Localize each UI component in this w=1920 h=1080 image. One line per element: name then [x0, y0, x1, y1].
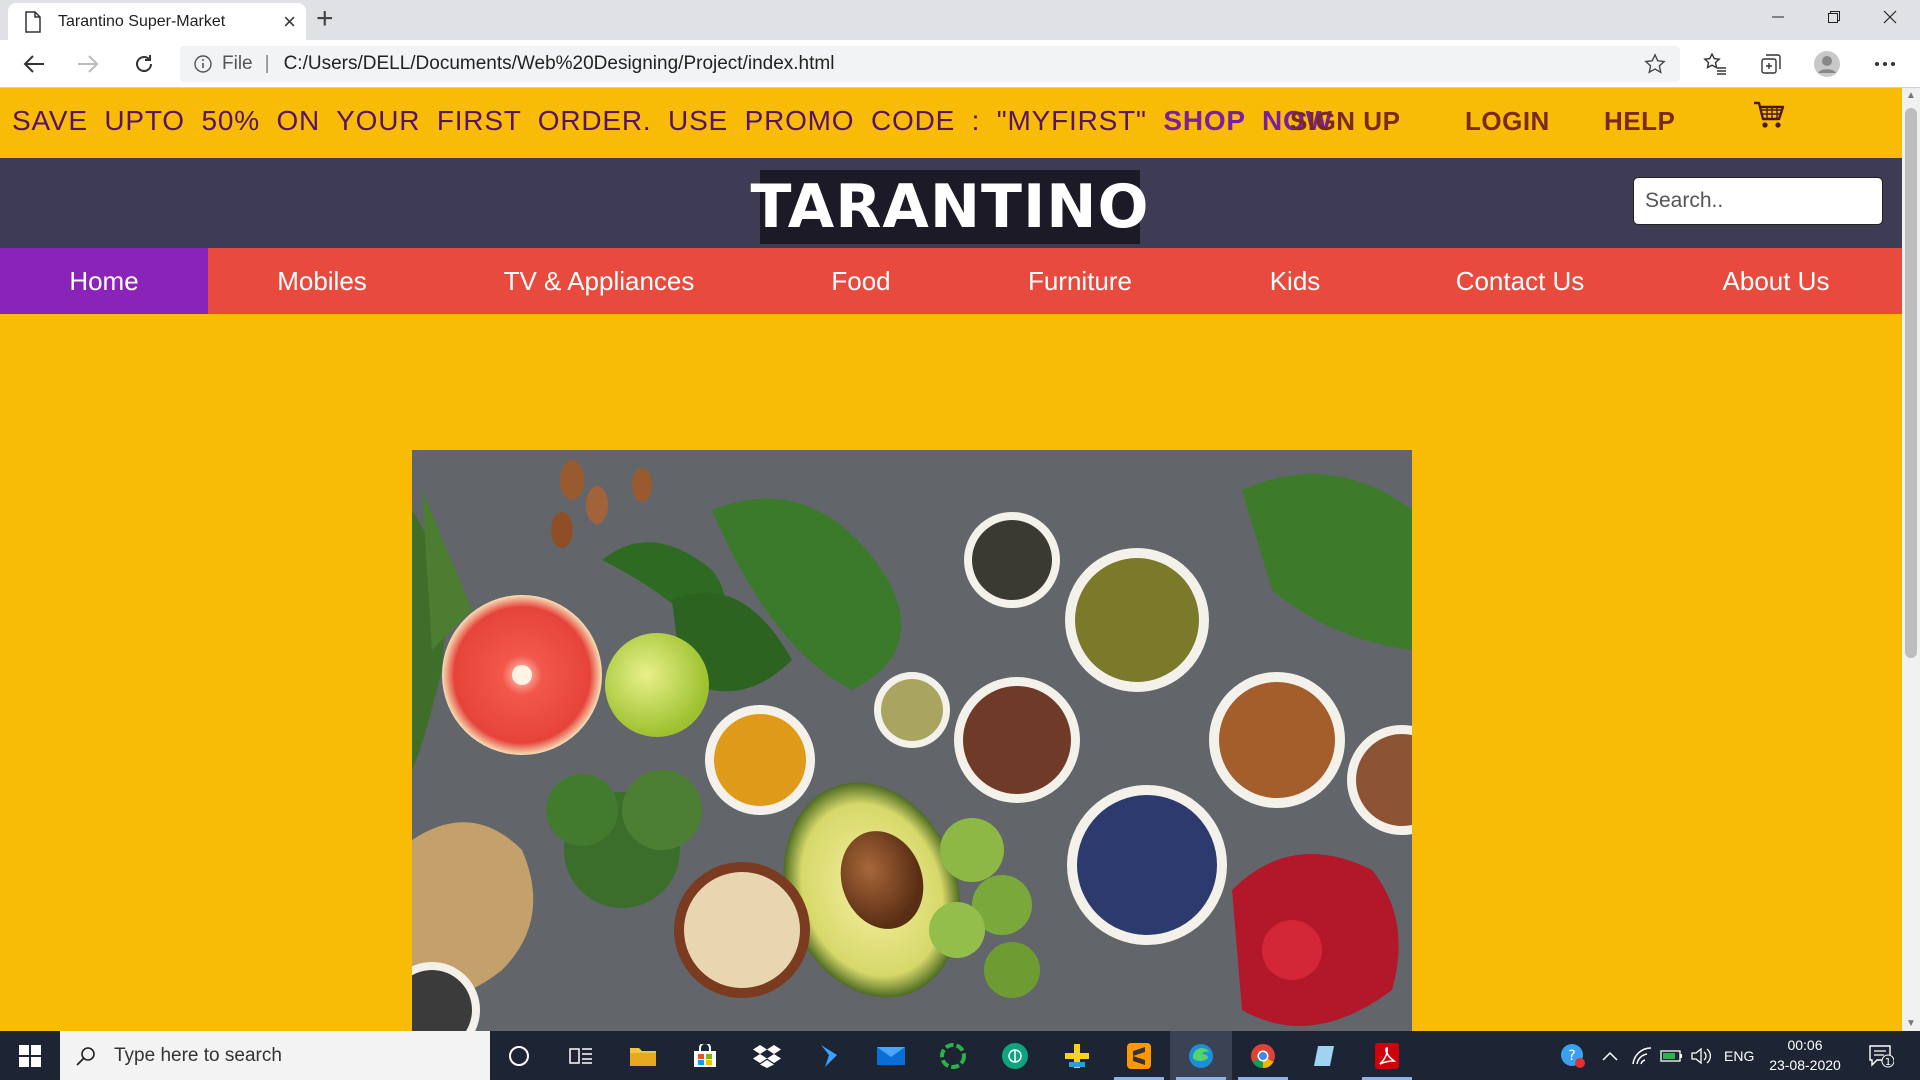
sublime-text-icon[interactable] [1108, 1031, 1170, 1080]
close-tab-icon[interactable]: × [283, 10, 296, 33]
back-arrow-icon[interactable] [16, 48, 52, 80]
more-options-icon[interactable] [1870, 50, 1900, 78]
tab-title: Tarantino Super-Market [58, 12, 226, 30]
new-tab-icon[interactable]: + [316, 4, 334, 34]
url-separator: | [264, 53, 270, 74]
nav-item-furniture[interactable]: Furniture [960, 248, 1200, 314]
forward-arrow-icon[interactable] [70, 48, 106, 80]
scroll-up-arrow-icon[interactable]: ▲ [1906, 90, 1916, 101]
notification-count: 1 [1885, 1057, 1891, 1068]
collections-icon[interactable] [1756, 50, 1786, 78]
logo-text: TARANTINO [750, 172, 1150, 242]
scroll-down-arrow-icon[interactable]: ▼ [1906, 1018, 1916, 1029]
windows-start-icon[interactable] [0, 1031, 60, 1080]
url-scheme-label: File [222, 53, 253, 74]
volume-icon[interactable] [1690, 1031, 1712, 1080]
vertical-scrollbar[interactable]: ▲ ▼ [1902, 88, 1920, 1031]
chrome-icon[interactable] [1232, 1031, 1294, 1080]
clock-date: 23-08-2020 [1769, 1057, 1841, 1073]
favorite-star-icon[interactable] [1644, 53, 1666, 75]
login-link[interactable]: LOGIN [1465, 106, 1550, 137]
cortana-icon[interactable] [488, 1031, 550, 1080]
wifi-icon[interactable] [1632, 1031, 1652, 1080]
signup-link[interactable]: SIGN UP [1290, 106, 1400, 137]
food-bowls-image [412, 450, 1412, 1031]
sync-app-icon[interactable] [922, 1031, 984, 1080]
notifications-icon[interactable]: 1 [1868, 1031, 1894, 1080]
nav-item-mobiles[interactable]: Mobiles [208, 248, 436, 314]
restore-icon[interactable] [1806, 0, 1862, 34]
scrollbar-thumb[interactable] [1905, 108, 1917, 658]
task-view-icon[interactable] [550, 1031, 612, 1080]
language-indicator[interactable]: ENG [1724, 1031, 1754, 1080]
edge-browser-icon[interactable] [1170, 1031, 1232, 1080]
health-app-icon[interactable] [1046, 1031, 1108, 1080]
nav-item-contact-us[interactable]: Contact Us [1390, 248, 1650, 314]
nav-item-kids[interactable]: Kids [1200, 248, 1390, 314]
shopping-cart-icon[interactable] [1752, 98, 1786, 132]
taskbar-search-placeholder: Type here to search [114, 1044, 282, 1066]
search-icon [76, 1046, 95, 1066]
page-icon [25, 10, 41, 33]
chatgpt-app-icon[interactable] [984, 1031, 1046, 1080]
url-text[interactable]: C:/Users/DELL/Documents/Web%20Designing/… [284, 53, 1644, 75]
help-tray-icon[interactable]: ? [1560, 1031, 1586, 1080]
site-logo[interactable]: TARANTINO [750, 170, 1149, 244]
battery-icon[interactable] [1660, 1031, 1684, 1080]
close-window-icon[interactable] [1862, 0, 1918, 34]
show-hidden-icons-chevron-icon[interactable] [1602, 1031, 1618, 1080]
promo-bar: SAVE UPTO 50% ON YOUR FIRST ORDER. USE P… [0, 88, 1902, 158]
dropbox-icon[interactable] [736, 1031, 798, 1080]
promo-message: SAVE UPTO 50% ON YOUR FIRST ORDER. USE P… [12, 105, 1333, 137]
browser-tab-strip: Tarantino Super-Market × + [0, 0, 1920, 40]
visual-studio-icon[interactable] [798, 1031, 860, 1080]
browser-tab[interactable]: Tarantino Super-Market × [8, 3, 306, 40]
brand-header: TARANTINO [0, 158, 1902, 248]
acrobat-reader-icon[interactable] [1356, 1031, 1418, 1080]
system-clock[interactable]: 00:06 23-08-2020 [1760, 1035, 1850, 1075]
favorites-icon[interactable] [1700, 50, 1730, 78]
store-icon[interactable] [674, 1031, 736, 1080]
taskbar-search-box[interactable]: Type here to search [60, 1031, 490, 1080]
info-icon[interactable] [194, 55, 212, 73]
refresh-icon[interactable] [126, 48, 162, 80]
mail-icon[interactable] [860, 1031, 922, 1080]
page-viewport: SAVE UPTO 50% ON YOUR FIRST ORDER. USE P… [0, 88, 1902, 1031]
clock-time: 00:06 [1787, 1037, 1823, 1053]
windows-taskbar: Type here to search ? ENG 00:06 23-08-20… [0, 1031, 1920, 1080]
profile-avatar-icon[interactable] [1812, 50, 1842, 78]
minimize-icon[interactable] [1750, 0, 1806, 34]
address-toolbar: File | C:/Users/DELL/Documents/Web%20Des… [0, 40, 1920, 88]
search-input[interactable] [1633, 177, 1883, 225]
promo-text: SAVE UPTO 50% ON YOUR FIRST ORDER. USE P… [12, 105, 1147, 136]
nav-item-about-us[interactable]: About Us [1650, 248, 1902, 314]
nav-item-tv-appliances[interactable]: TV & Appliances [436, 248, 762, 314]
nav-item-food[interactable]: Food [762, 248, 960, 314]
help-link[interactable]: HELP [1604, 106, 1675, 137]
nav-item-home[interactable]: Home [0, 248, 208, 314]
notepad-icon[interactable] [1294, 1031, 1356, 1080]
main-navigation: Home Mobiles TV & Appliances Food Furnit… [0, 248, 1902, 314]
file-explorer-icon[interactable] [612, 1031, 674, 1080]
hero-food-image [412, 450, 1412, 1031]
svg-text:?: ? [1568, 1048, 1575, 1064]
address-bar[interactable]: File | C:/Users/DELL/Documents/Web%20Des… [180, 46, 1680, 82]
